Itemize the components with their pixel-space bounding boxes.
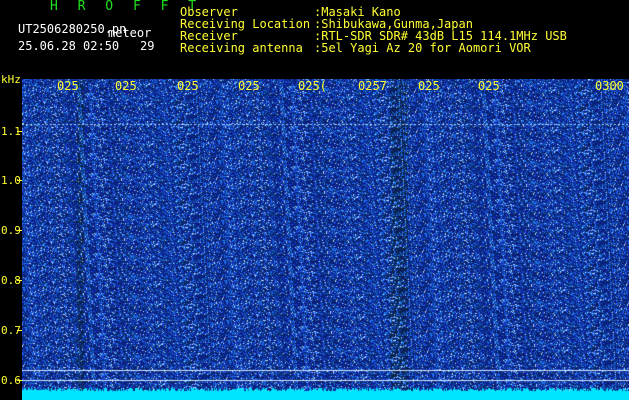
time-label: 025 — [418, 79, 440, 93]
y-tick-mark — [17, 280, 22, 281]
y-tick-mark — [17, 180, 22, 181]
spectrogram-plot — [22, 79, 629, 400]
datetime-label: 25.06.28 02:50 — [18, 39, 120, 53]
time-label: 0257 — [358, 79, 387, 93]
y-tick-mark — [17, 230, 22, 231]
info-value-antenna: :5el Yagi Az 20 for Aomori VOR — [314, 41, 531, 55]
y-axis-unit: kHz — [1, 73, 21, 86]
time-label: 025 — [115, 79, 137, 93]
time-label: 025 — [57, 79, 79, 93]
y-tick-mark — [17, 330, 22, 331]
y-tick-mark — [17, 380, 22, 381]
spectrogram-canvas — [22, 79, 629, 400]
y-tick-mark — [17, 131, 22, 132]
time-label: 0300 — [595, 79, 624, 93]
info-label-antenna: Receiving antenna — [180, 41, 303, 55]
count-label: 29 — [140, 39, 155, 53]
time-label: 025 — [177, 79, 199, 93]
time-label: 025 — [238, 79, 260, 93]
time-label: 025 — [478, 79, 500, 93]
time-label: 025( — [298, 79, 327, 93]
category-label: meteor — [108, 26, 152, 40]
